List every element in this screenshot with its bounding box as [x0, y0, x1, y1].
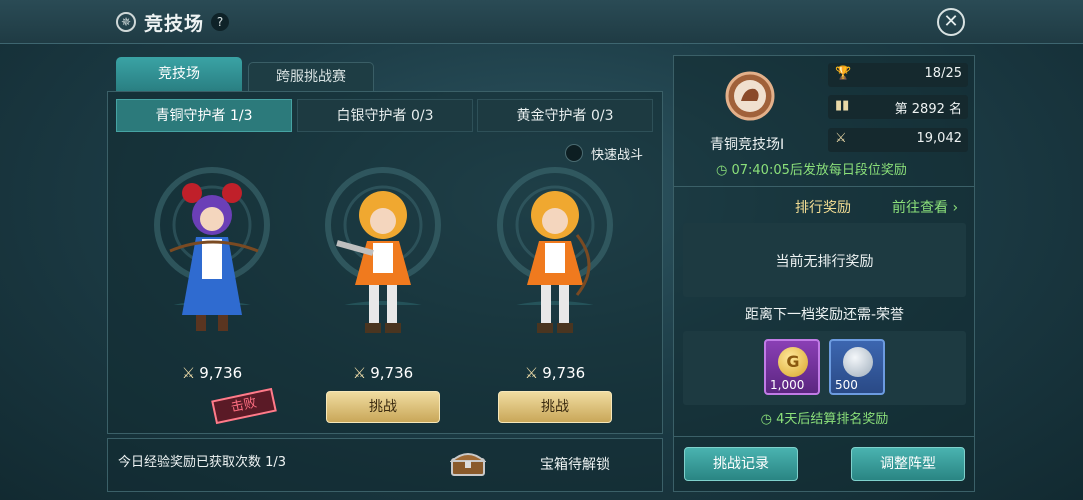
stat-value: 第 2892 名 [894, 102, 962, 117]
divider [673, 436, 975, 437]
challenge-button[interactable]: 挑战 [498, 391, 612, 423]
subtab-silver[interactable]: 白银守护者 0/3 [297, 99, 473, 132]
crossed-swords-icon: ⚔ [835, 131, 847, 146]
stat-value: 19,042 [916, 131, 963, 146]
gold-coin-icon: G [778, 347, 808, 377]
subtab-gold[interactable]: 黄金守护者 0/3 [477, 99, 653, 132]
settle-text: 4天后结算排名奖励 [776, 412, 889, 427]
power-value: 9,736 [199, 364, 243, 382]
arena-emblem-icon: ✵ [116, 12, 136, 32]
chevron-right-icon: › [948, 200, 959, 216]
trophy-icon: 🏆 [835, 66, 852, 81]
link-label: 前往查看 [892, 200, 948, 216]
next-reward-box [683, 331, 966, 405]
opponent-avatar[interactable] [505, 175, 605, 335]
tab-arena[interactable]: 竞技场 [116, 57, 242, 91]
chest-status: 宝箱待解锁 [540, 457, 610, 473]
power-value: 9,736 [542, 364, 586, 382]
ranking-reward-heading: 排行奖励 [795, 200, 851, 216]
opponent-avatar[interactable] [162, 175, 262, 335]
silver-coin-icon [843, 347, 873, 377]
treasure-chest-icon[interactable] [450, 449, 486, 477]
stat-trophies: 🏆 18/25 [828, 63, 968, 87]
challenge-button[interactable]: 挑战 [326, 391, 440, 423]
tab-cross-server[interactable]: 跨服挑战赛 [248, 62, 374, 91]
opponent-power: ⚔ 9,736 [480, 364, 630, 382]
bronze-rank-badge-icon [725, 71, 775, 121]
opponent-power: ⚔ 9,736 [308, 364, 458, 382]
crossed-swords-icon: ⚔ [181, 364, 196, 382]
clock-icon: ◷ [760, 412, 777, 427]
opponent-avatar[interactable] [333, 175, 433, 335]
item-count: 500 [835, 378, 858, 392]
clock-icon: ◷ [716, 163, 732, 178]
divider [673, 186, 975, 187]
bar-chart-icon: ▮▮ [835, 98, 850, 113]
no-reward-text: 当前无排行奖励 [775, 254, 874, 270]
opponent-power: ⚔ 9,736 [137, 364, 287, 382]
crossed-swords-icon: ⚔ [524, 364, 539, 382]
settlement-timer: ◷ 4天后结算排名奖励 [683, 408, 966, 427]
challenge-records-button[interactable]: 挑战记录 [684, 447, 798, 481]
rank-name: 青铜竞技场Ⅰ [710, 137, 785, 153]
stat-power: ⚔ 19,042 [828, 128, 968, 152]
reward-item-silver[interactable]: 500 [829, 339, 885, 395]
view-rewards-link[interactable]: 前往查看 › [892, 197, 958, 217]
reward-item-gold[interactable]: G 1,000 [764, 339, 820, 395]
stat-ranking: ▮▮ 第 2892 名 [828, 95, 968, 119]
page-title: 竞技场 [144, 13, 205, 35]
power-value: 9,736 [370, 364, 414, 382]
timer-text: 07:40:05后发放每日段位奖励 [731, 163, 907, 178]
next-tier-text: 距离下一档奖励还需-荣誉 [744, 307, 905, 323]
help-button[interactable]: ? [211, 13, 229, 31]
item-count: 1,000 [770, 378, 805, 392]
exp-reward-count: 今日经验奖励已获取次数 1/3 [118, 455, 287, 470]
quick-battle-label: 快速战斗 [591, 148, 644, 163]
stat-value: 18/25 [924, 66, 962, 81]
close-button[interactable]: ✕ [937, 8, 965, 36]
subtab-bronze[interactable]: 青铜守护者 1/3 [116, 99, 292, 132]
crossed-swords-icon: ⚔ [352, 364, 367, 382]
daily-reward-timer: ◷ 07:40:05后发放每日段位奖励 [716, 159, 907, 178]
quick-battle-toggle[interactable] [565, 144, 583, 162]
adjust-lineup-button[interactable]: 调整阵型 [851, 447, 965, 481]
